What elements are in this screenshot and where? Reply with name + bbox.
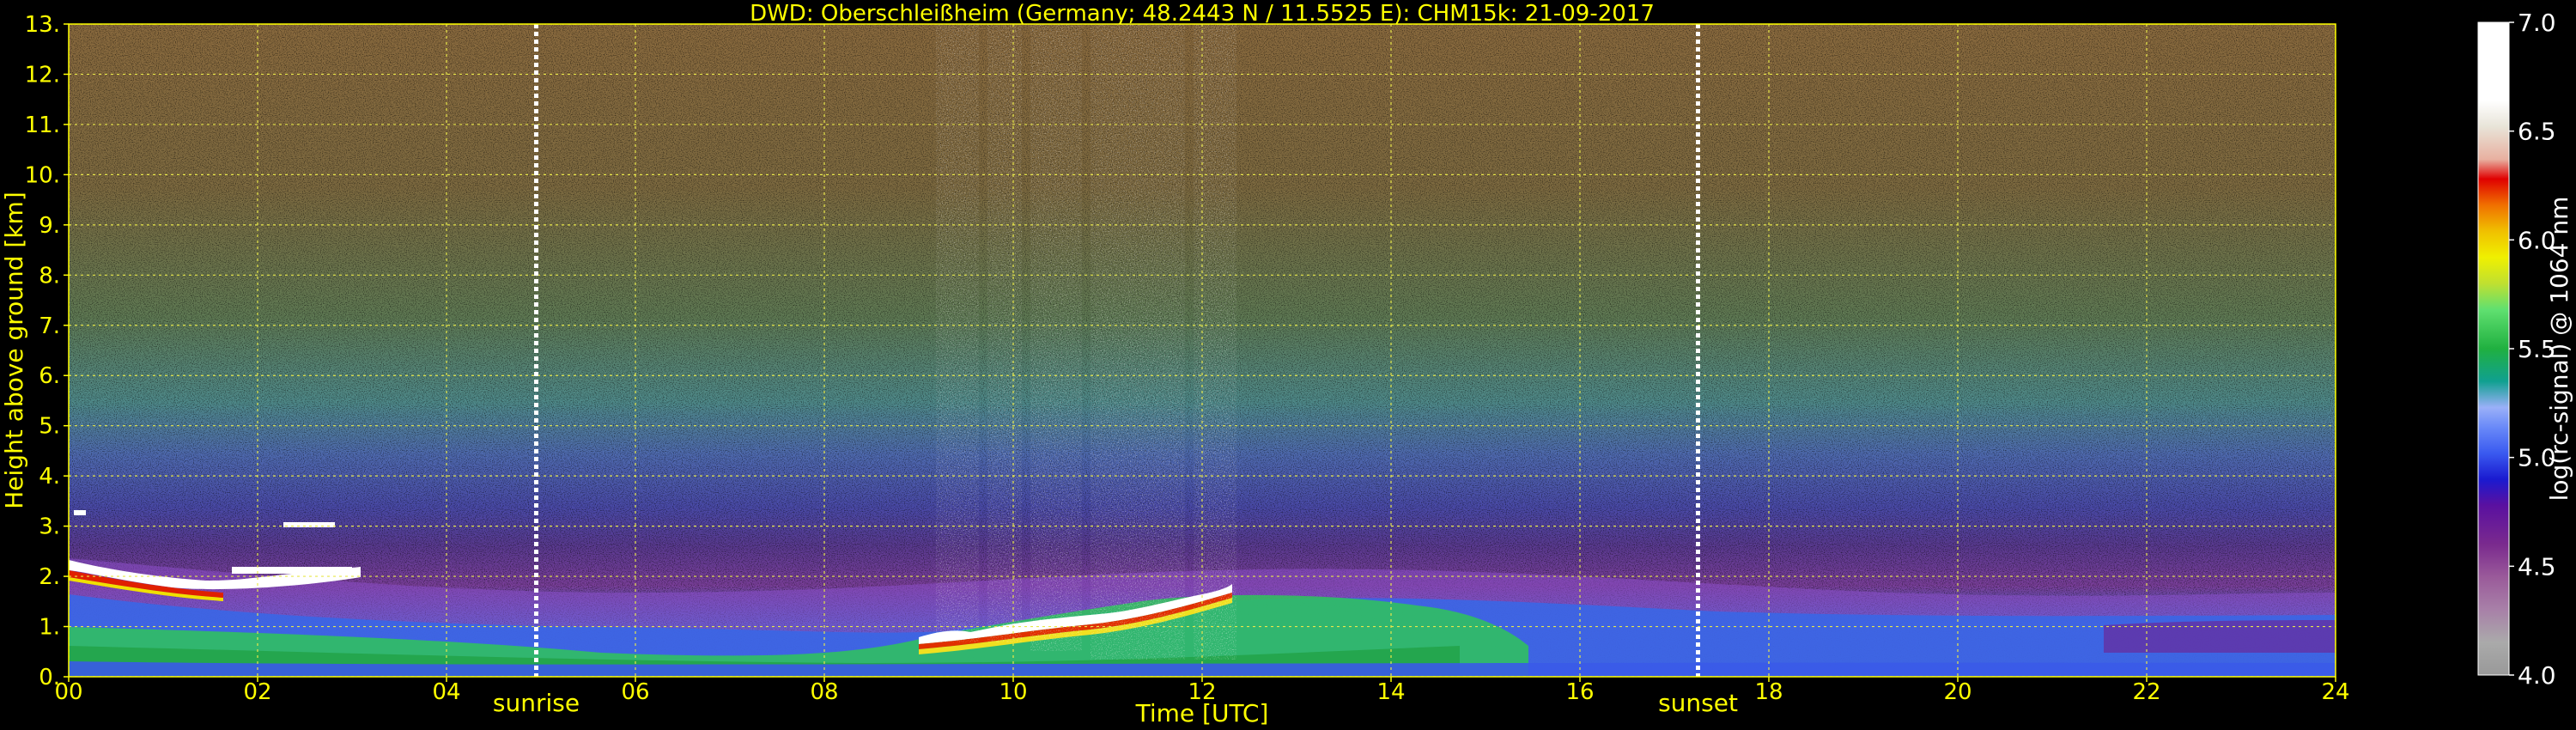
- x-tick-label: 10: [999, 679, 1027, 705]
- colorbar-tick-label: 7.0: [2518, 9, 2556, 37]
- x-tick-label: 24: [2321, 679, 2349, 705]
- x-tick-label: 22: [2132, 679, 2160, 705]
- y-axis-ticks: 0. 1. 2. 3. 4. 5. 6. 7. 8. 9. 10. 11. 12. 13.: [25, 12, 69, 690]
- x-tick-label: 08: [810, 679, 838, 705]
- colorbar-tick-label: 6.5: [2518, 118, 2556, 146]
- sunrise-label: sunrise: [493, 689, 580, 717]
- y-tick-label: 2.: [39, 564, 60, 590]
- y-tick-label: 6.: [39, 363, 60, 389]
- night-residual-layer: [2104, 620, 2336, 653]
- y-tick-label: 10.: [25, 162, 60, 188]
- x-tick-label: 18: [1754, 679, 1783, 705]
- colorbar-label: log(rc-signal) @ 1064 nm: [2545, 197, 2573, 502]
- x-tick-label: 20: [1943, 679, 1971, 705]
- x-tick-label: 02: [243, 679, 271, 705]
- x-axis-label: Time [UTC]: [1135, 699, 1269, 727]
- thin-cloud-1: [232, 567, 352, 574]
- colorbar-tick-label: 4.0: [2518, 661, 2556, 690]
- chart-title: DWD: Oberschleißheim (Germany; 48.2443 N…: [750, 1, 1655, 27]
- x-tick-label: 16: [1565, 679, 1594, 705]
- y-tick-label: 7.: [39, 313, 60, 339]
- x-tick-label: 04: [432, 679, 460, 705]
- y-tick-label: 3.: [39, 514, 60, 540]
- y-axis-label: Height above ground [km]: [0, 192, 28, 509]
- colorbar: 4.04.55.05.56.06.57.0 log(rc-signal) @ 1…: [2477, 9, 2573, 690]
- y-tick-label: 11.: [25, 113, 60, 138]
- annotation-labels: sunrise sunset: [493, 689, 1738, 717]
- figure: DWD: Oberschleißheim (Germany; 48.2443 N…: [0, 1, 2573, 727]
- colorbar-tick-label: 4.5: [2518, 552, 2556, 581]
- y-tick-label: 8.: [39, 263, 60, 289]
- high-cloud-2: [74, 510, 86, 515]
- y-tick-label: 13.: [25, 12, 60, 38]
- y-tick-label: 12.: [25, 62, 60, 88]
- plot-area: [69, 24, 2336, 677]
- x-tick-label: 14: [1376, 679, 1405, 705]
- sunset-label: sunset: [1658, 689, 1738, 717]
- y-tick-label: 1.: [39, 615, 60, 641]
- y-tick-label: 0.: [39, 665, 60, 690]
- x-tick-label: 06: [621, 679, 649, 705]
- y-tick-label: 9.: [39, 213, 60, 239]
- y-tick-label: 5.: [39, 414, 60, 440]
- y-tick-label: 4.: [39, 464, 60, 490]
- colorbar-gradient: [2478, 22, 2509, 675]
